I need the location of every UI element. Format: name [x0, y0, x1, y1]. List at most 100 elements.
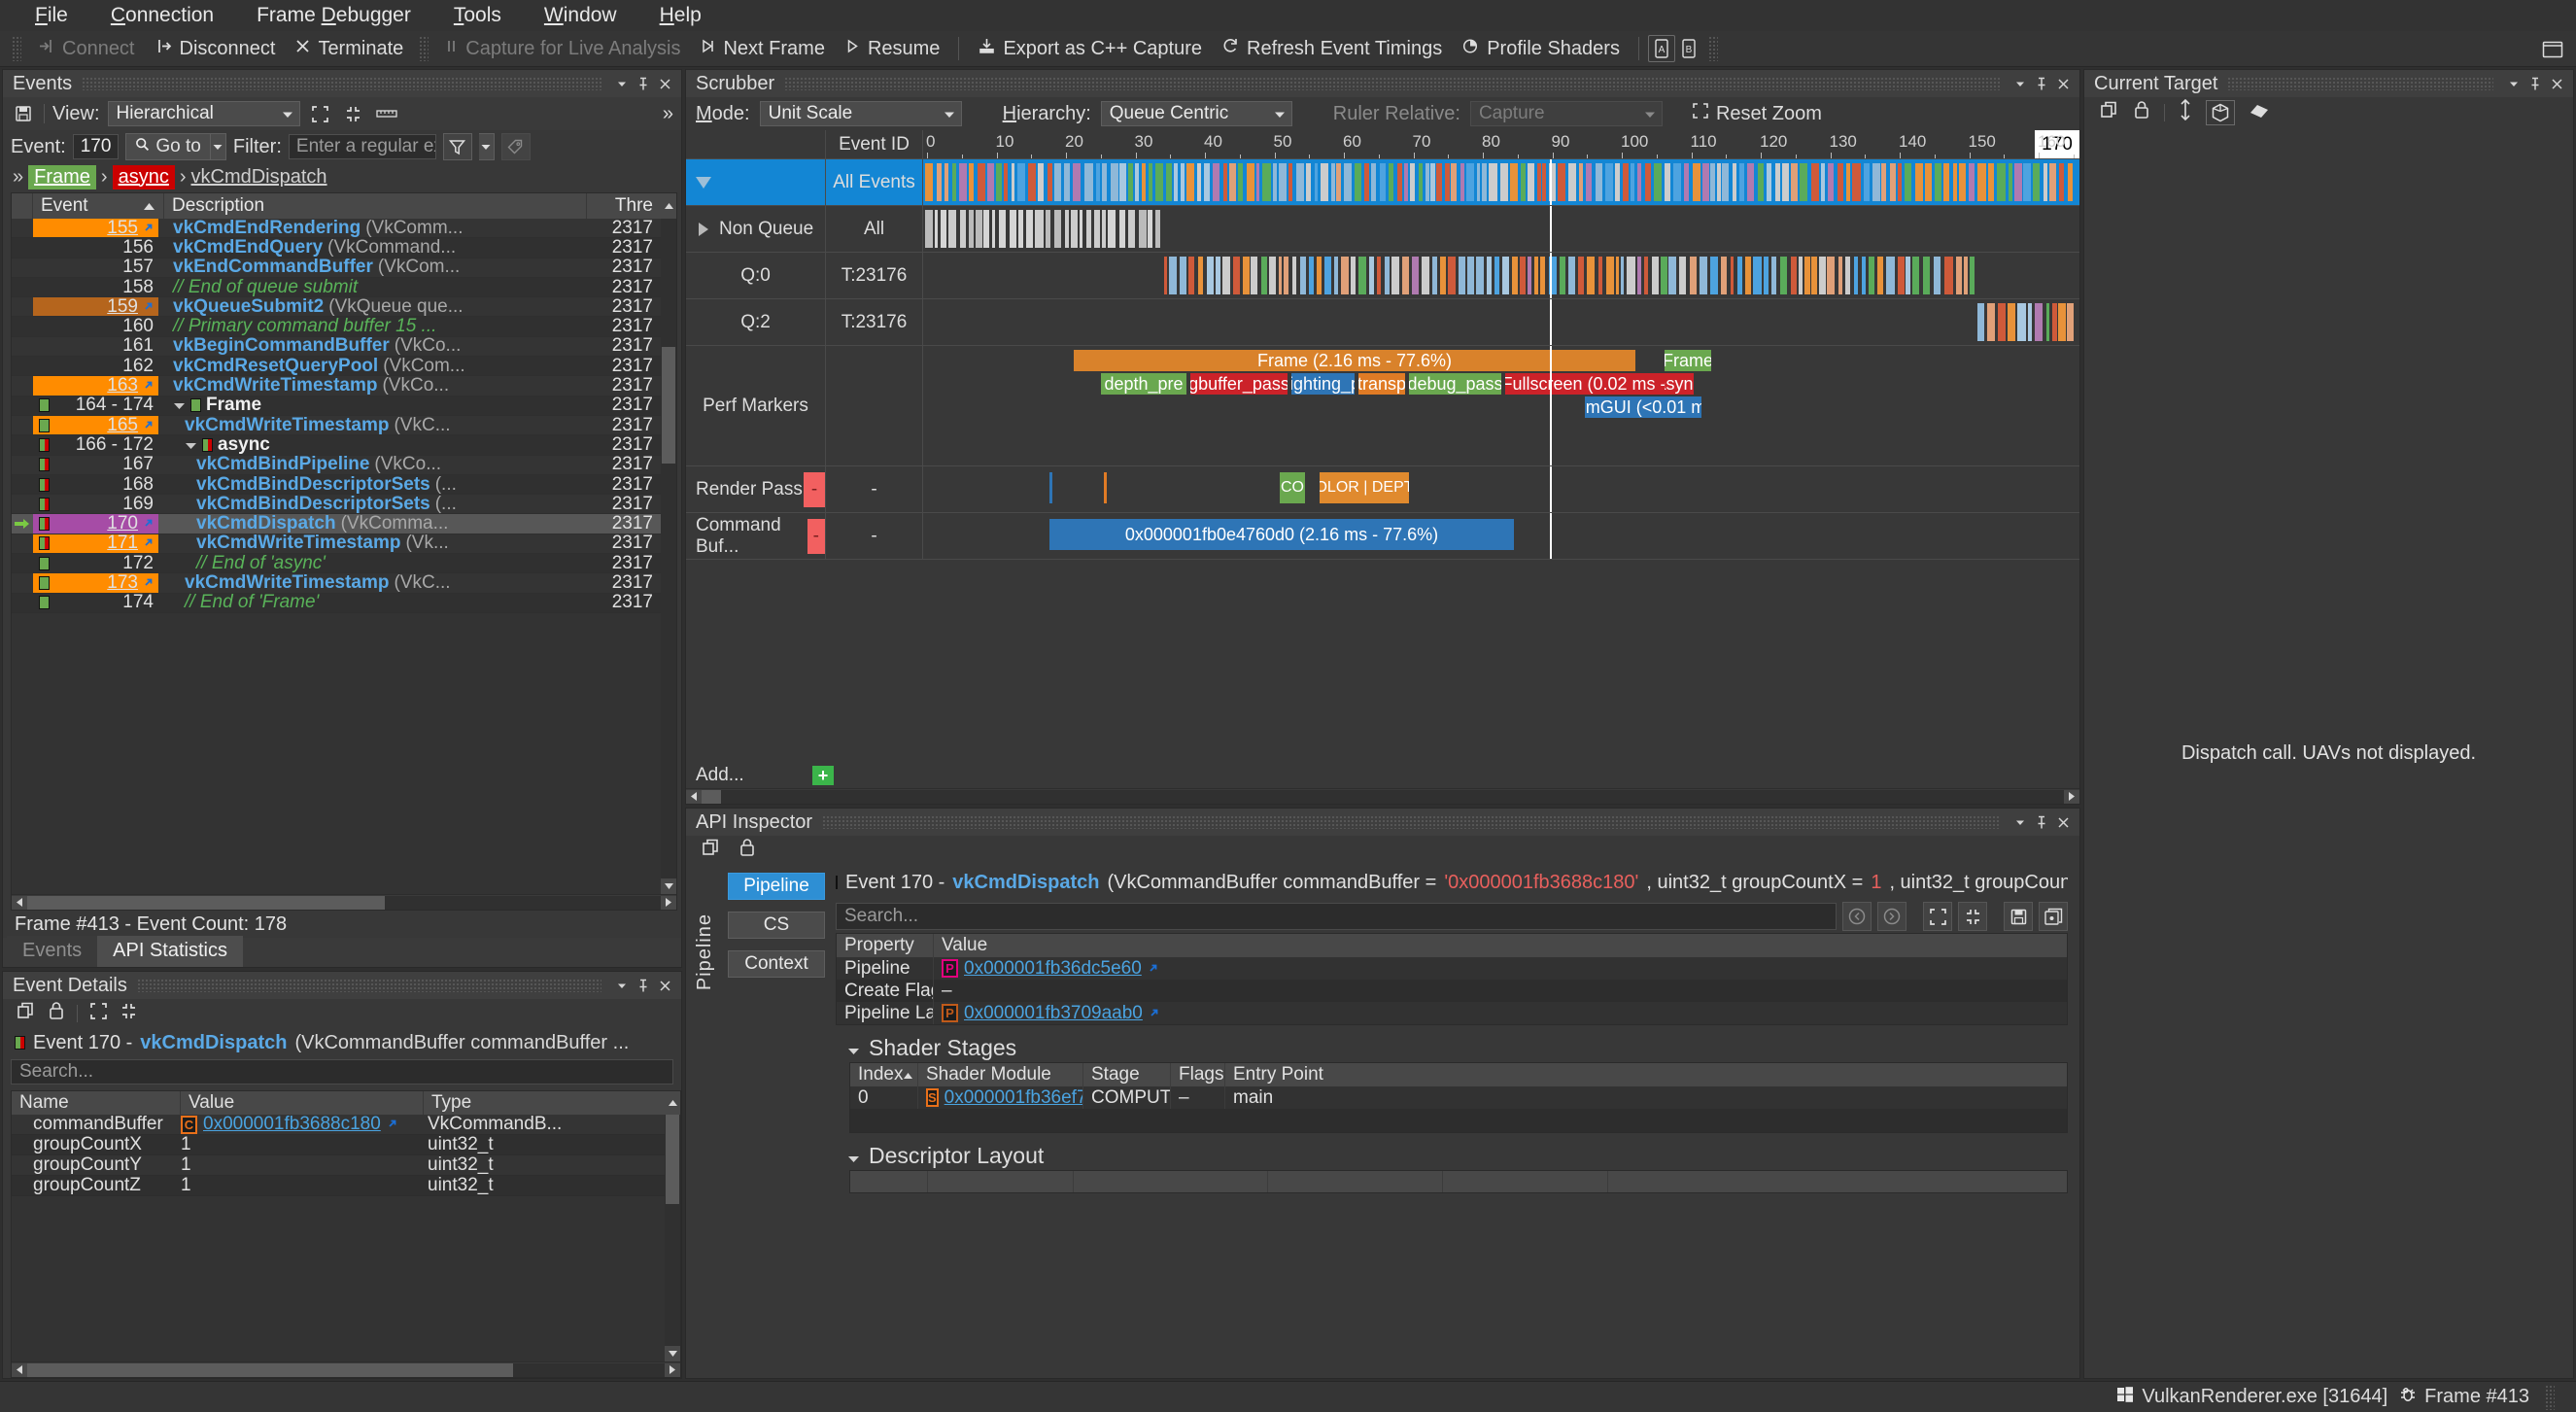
event-stripe[interactable] — [1615, 163, 1619, 201]
event-stripe[interactable] — [1586, 163, 1592, 201]
external-link-icon[interactable] — [1149, 1003, 1159, 1024]
scrubber-row-label[interactable]: Q:2 — [686, 299, 826, 345]
event-stripe[interactable] — [1181, 163, 1185, 201]
property-value-link[interactable]: 0x000001fb36dc5e60 — [964, 958, 1142, 980]
event-stripe[interactable] — [1251, 257, 1257, 294]
table-row[interactable]: 165vkCmdWriteTimestamp(VkC...2317 — [12, 416, 661, 435]
perf-marker[interactable]: ImGUI (<0.01 m — [1585, 396, 1701, 418]
filter-funnel-button[interactable] — [443, 133, 472, 160]
event-stripe[interactable] — [1397, 163, 1402, 201]
cube-icon[interactable] — [2206, 100, 2235, 125]
event-stripe[interactable] — [1753, 257, 1761, 294]
event-stripe[interactable] — [1459, 257, 1465, 294]
event-stripe[interactable] — [969, 210, 973, 248]
event-stripe[interactable] — [1811, 257, 1817, 294]
add-label[interactable]: Add... — [696, 765, 803, 786]
col-shader-module[interactable]: Shader Module — [918, 1063, 1083, 1086]
event-stripe[interactable] — [1489, 163, 1496, 201]
event-details-table-body[interactable]: commandBufferC0x000001fb3688c180VkComman… — [12, 1115, 665, 1361]
scrubber-row[interactable]: Q:2T:23176 — [686, 299, 2079, 346]
scrubber-hscroll-track[interactable] — [702, 790, 2064, 804]
event-details-search-input[interactable]: Search... — [11, 1059, 673, 1085]
event-stripe[interactable] — [1222, 257, 1230, 294]
event-stripe[interactable] — [1964, 257, 1968, 294]
event-stripe[interactable] — [1540, 257, 1545, 294]
ruler-icon[interactable] — [374, 101, 399, 126]
event-stripe[interactable] — [1845, 257, 1850, 294]
menu-item-help[interactable]: Help — [638, 1, 723, 30]
event-stripe[interactable] — [1164, 257, 1168, 294]
table-row[interactable]: 155vkCmdEndRendering(VkComm...2317 — [12, 219, 661, 238]
event-stripe[interactable] — [2044, 163, 2047, 201]
col-stage[interactable]: Stage — [1083, 1063, 1171, 1086]
event-stripe[interactable] — [1733, 163, 1736, 201]
hscroll-track[interactable] — [27, 896, 661, 910]
event-stripe[interactable] — [1811, 163, 1819, 201]
event-stripe[interactable] — [1207, 257, 1214, 294]
event-stripe[interactable] — [999, 210, 1006, 248]
event-stripe[interactable] — [1341, 257, 1349, 294]
expand-triangle-icon[interactable] — [185, 435, 197, 454]
event-stripe[interactable] — [1542, 163, 1546, 201]
col-thread[interactable]: Thre — [587, 193, 661, 219]
event-stripe[interactable] — [1300, 257, 1305, 294]
event-stripe[interactable] — [1959, 163, 1967, 201]
event-stripe[interactable] — [1717, 163, 1720, 201]
close-icon[interactable] — [654, 73, 675, 94]
event-stripe[interactable] — [2046, 303, 2050, 341]
event-stripe[interactable] — [1035, 210, 1044, 248]
event-stripe[interactable] — [1315, 163, 1319, 201]
event-stripe[interactable] — [1223, 163, 1227, 201]
event-stripe[interactable] — [1482, 163, 1487, 201]
event-stripe[interactable] — [1804, 257, 1810, 294]
event-stripe[interactable] — [1102, 163, 1107, 201]
row-event-id[interactable]: 165 — [33, 416, 164, 434]
ruler-relative-select[interactable]: Capture — [1470, 101, 1663, 126]
table-row[interactable]: 163vkCmdWriteTimestamp(VkCo...2317 — [12, 376, 661, 396]
event-stripe[interactable] — [1606, 257, 1614, 294]
event-stripe[interactable] — [1645, 163, 1651, 201]
event-stripe[interactable] — [1800, 163, 1807, 201]
document-a-icon[interactable]: A — [1648, 35, 1675, 62]
external-link-icon[interactable] — [143, 415, 154, 436]
event-stripe[interactable] — [1560, 257, 1565, 294]
event-stripe[interactable] — [1537, 163, 1541, 201]
event-stripe[interactable] — [1890, 163, 1897, 201]
event-stripe[interactable] — [1448, 257, 1455, 294]
event-stripe[interactable] — [941, 210, 947, 248]
save-icon[interactable] — [11, 101, 36, 126]
event-stripe[interactable] — [1046, 210, 1050, 248]
event-stripe[interactable] — [1238, 163, 1243, 201]
table-row[interactable]: 161vkBeginCommandBuffer(VkCo...2317 — [12, 337, 661, 357]
table-row[interactable]: 168vkCmdBindDescriptorSets(...2317 — [12, 475, 661, 495]
event-stripe[interactable] — [1054, 163, 1061, 201]
perf-marker[interactable]: lighting_p — [1291, 373, 1355, 395]
statusbar-resize-grip[interactable] — [2545, 1385, 2555, 1410]
event-stripe[interactable] — [1445, 163, 1450, 201]
collapse-all-icon[interactable] — [1958, 902, 1987, 931]
chevron-down-icon[interactable] — [611, 975, 633, 996]
event-stripe[interactable] — [1534, 257, 1538, 294]
row-event-id[interactable]: 174 — [33, 594, 164, 612]
event-stripe[interactable] — [1334, 257, 1338, 294]
breadcrumb-item-async[interactable]: async — [113, 165, 175, 189]
close-icon[interactable] — [2052, 811, 2074, 833]
details-vscroll-down[interactable] — [665, 1346, 680, 1361]
descriptor-layout-header[interactable]: Descriptor Layout — [836, 1141, 2068, 1170]
menu-item-frame-debugger[interactable]: Frame Debugger — [235, 1, 432, 30]
hscroll-right-button[interactable] — [661, 896, 676, 910]
menu-item-file[interactable]: File — [14, 1, 89, 30]
stage-button-context[interactable]: Context — [728, 950, 825, 978]
event-stripe[interactable] — [937, 163, 942, 201]
event-stripe[interactable] — [1684, 163, 1689, 201]
event-stripe[interactable] — [1923, 257, 1931, 294]
event-stripe[interactable] — [959, 163, 967, 201]
event-stripe[interactable] — [1174, 163, 1177, 201]
event-stripe[interactable] — [1148, 210, 1152, 248]
row-event-id[interactable]: 163 — [33, 376, 164, 395]
event-stripe[interactable] — [1970, 257, 1975, 294]
col-entry-point[interactable]: Entry Point — [1225, 1063, 2067, 1086]
event-stripe[interactable] — [1637, 163, 1641, 201]
event-stripe[interactable] — [1494, 257, 1499, 294]
event-stripe[interactable] — [1737, 257, 1742, 294]
